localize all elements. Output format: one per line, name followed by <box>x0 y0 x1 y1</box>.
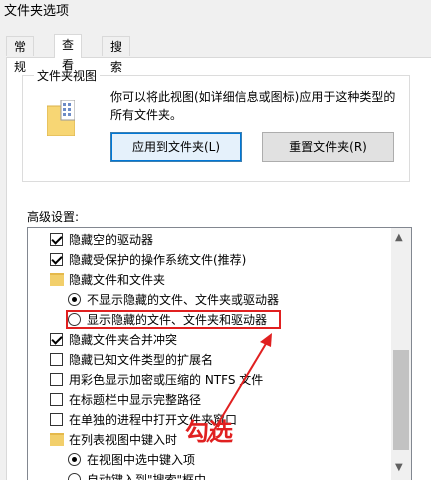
list-item-label: 在标题栏中显示完整路径 <box>69 393 202 407</box>
list-item-label: 自动键入到"搜索"框中 <box>87 473 207 480</box>
list-item-label: 隐藏受保护的操作系统文件(推荐) <box>69 253 247 267</box>
folder-icon <box>50 273 64 286</box>
advanced-settings-label: 高级设置: <box>27 210 80 224</box>
checkbox-hide-merge-conflicts[interactable] <box>50 333 63 346</box>
annotation-label: 勾选 <box>185 418 233 446</box>
folder-view-description: 你可以将此视图(如详细信息或图标)应用于这种类型的所有文件夹。 <box>110 90 396 122</box>
tab-search[interactable]: 搜索 <box>102 36 131 74</box>
list-item-label: 隐藏文件和文件夹 <box>69 273 166 287</box>
radio-select-typed-item[interactable] <box>68 453 81 466</box>
window-title: 文件夹选项 <box>4 4 70 19</box>
tab-view[interactable]: 查看 <box>54 34 83 72</box>
folder-icon <box>50 433 64 446</box>
tab-general[interactable]: 常规 <box>6 36 35 74</box>
folder-view-icon <box>47 100 75 136</box>
scroll-up-icon[interactable]: ▲ <box>395 232 403 243</box>
checkbox-hide-empty-drives[interactable] <box>50 233 63 246</box>
checkbox-color-ntfs[interactable] <box>50 373 63 386</box>
list-item-label: 隐藏文件夹合并冲突 <box>69 333 178 347</box>
list-item-label: 在视图中选中键入项 <box>87 453 196 467</box>
checkbox-separate-process[interactable] <box>50 413 63 426</box>
list-item-label: 隐藏空的驱动器 <box>69 233 154 247</box>
apply-to-folders-button[interactable]: 应用到文件夹(L) <box>110 132 242 162</box>
list-item-label: 不显示隐藏的文件、文件夹或驱动器 <box>87 293 280 307</box>
list-item-label: 用彩色显示加密或压缩的 NTFS 文件 <box>69 373 264 387</box>
list-item-label: 隐藏已知文件类型的扩展名 <box>69 353 214 367</box>
checkbox-hide-protected-os-files[interactable] <box>50 253 63 266</box>
reset-folders-button[interactable]: 重置文件夹(R) <box>262 132 394 162</box>
radio-dont-show-hidden[interactable] <box>68 293 81 306</box>
annotation-highlight-box <box>66 310 281 329</box>
radio-type-into-search[interactable] <box>68 473 81 480</box>
scroll-down-icon[interactable]: ▼ <box>395 462 403 473</box>
checkbox-hide-extensions[interactable] <box>50 353 63 366</box>
scrollbar-thumb[interactable] <box>393 350 409 450</box>
list-item-label: 在列表视图中键入时 <box>69 433 178 447</box>
checkbox-full-path-title[interactable] <box>50 393 63 406</box>
